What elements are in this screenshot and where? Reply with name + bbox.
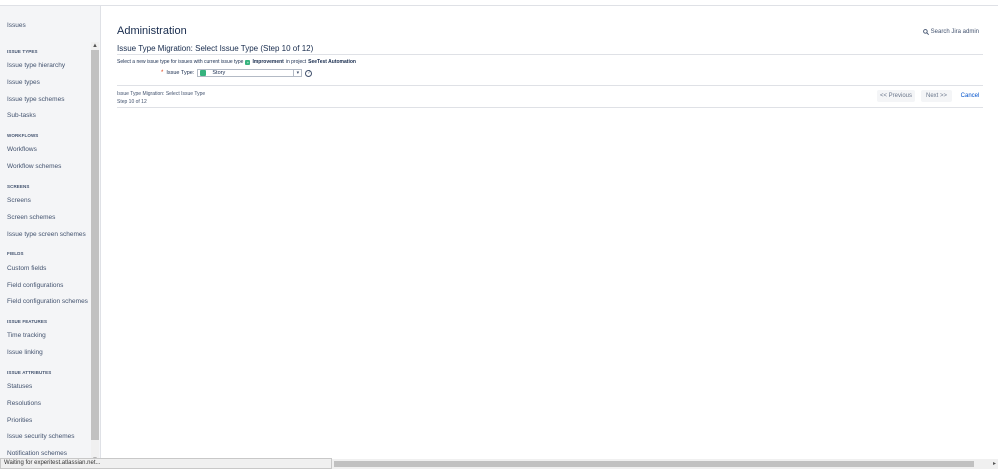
project-name: SeeTest Automation	[308, 59, 356, 65]
sidebar-item-field-configuration-schemes[interactable]: Field configuration schemes	[7, 298, 88, 305]
sidebar-item-field-configurations[interactable]: Field configurations	[7, 282, 63, 289]
scroll-right-icon[interactable]: ▸	[993, 461, 996, 467]
divider	[117, 85, 983, 86]
sidebar-item-issue-linking[interactable]: Issue linking	[7, 349, 43, 356]
search-jira-admin-link[interactable]: Search Jira admin	[922, 29, 979, 35]
main-content: Administration Search Jira admin Issue T…	[101, 6, 998, 458]
sidebar-item-priorities[interactable]: Priorities	[7, 417, 32, 424]
sidebar-item-issue-type-hierarchy[interactable]: Issue type hierarchy	[7, 62, 65, 69]
next-button[interactable]: Next >>	[921, 90, 952, 102]
required-marker: *	[161, 70, 164, 76]
sidebar-heading-workflows: WORKFLOWS	[7, 133, 39, 138]
search-icon	[922, 29, 929, 35]
sidebar-heading-screens: SCREENS	[7, 184, 30, 189]
sidebar-item-issue-types[interactable]: Issue types	[7, 79, 40, 86]
divider	[117, 54, 983, 55]
chevron-down-icon[interactable]: ▾	[293, 70, 301, 76]
sidebar-heading-issue-attributes: ISSUE ATTRIBUTES	[7, 370, 52, 375]
browser-status-bar: Waiting for experitest.atlassian.net...	[0, 458, 332, 469]
sidebar-item-screens[interactable]: Screens	[7, 197, 31, 204]
sidebar-heading-issue-features: ISSUE FEATURES	[7, 319, 48, 324]
description-prefix: Select a new issue type for issues with …	[117, 59, 244, 65]
sidebar-item-screen-schemes[interactable]: Screen schemes	[7, 214, 55, 221]
search-jira-admin-label: Search Jira admin	[930, 29, 979, 35]
sidebar-scroll-thumb[interactable]	[91, 50, 99, 440]
description-mid: in project	[285, 59, 307, 65]
admin-sidebar: Issues ISSUE TYPES Issue type hierarchy …	[0, 6, 101, 458]
cancel-button[interactable]: Cancel	[958, 90, 982, 102]
sidebar-item-workflows[interactable]: Workflows	[7, 146, 37, 153]
sidebar-item-workflow-schemes[interactable]: Workflow schemes	[7, 163, 61, 170]
sidebar-item-time-tracking[interactable]: Time tracking	[7, 332, 46, 339]
issue-type-select[interactable]: Story ▾	[197, 69, 303, 77]
issue-type-label: Issue Type:	[166, 70, 195, 76]
sidebar-item-issues[interactable]: Issues	[7, 22, 26, 29]
sidebar-item-resolutions[interactable]: Resolutions	[7, 400, 41, 407]
issue-type-form-row: * Issue Type: Story ▾ ?	[161, 69, 313, 77]
horizontal-scroll-thumb[interactable]	[334, 461, 974, 467]
step-counter: Step 10 of 12	[117, 99, 147, 105]
sidebar-item-notification-schemes[interactable]: Notification schemes	[7, 450, 67, 457]
step-info: Issue Type Migration: Select Issue Type …	[117, 90, 205, 106]
help-icon[interactable]: ?	[305, 69, 313, 77]
story-issue-type-icon	[200, 70, 207, 76]
sidebar-heading-issue-types: ISSUE TYPES	[7, 49, 38, 54]
sidebar-item-custom-fields[interactable]: Custom fields	[7, 265, 46, 272]
improvement-issue-type-icon: +	[245, 59, 251, 65]
previous-button[interactable]: << Previous	[877, 90, 915, 102]
current-issue-type: Improvement	[252, 59, 284, 65]
sidebar-heading-fields: FIELDS	[7, 251, 24, 256]
sidebar-scrollbar[interactable]: ▲ ▼	[91, 42, 99, 458]
horizontal-scrollbar[interactable]: ▸	[330, 459, 998, 469]
issue-type-selected-value: Story	[212, 70, 226, 76]
sidebar-item-issue-type-screen-schemes[interactable]: Issue type screen schemes	[7, 231, 86, 238]
sidebar-item-statuses[interactable]: Statuses	[7, 383, 32, 390]
scroll-up-icon[interactable]: ▲	[92, 43, 98, 49]
sidebar-item-issue-type-schemes[interactable]: Issue type schemes	[7, 96, 64, 103]
section-title: Issue Type Migration: Select Issue Type …	[117, 44, 314, 53]
migration-description: Select a new issue type for issues with …	[117, 59, 356, 65]
step-title: Issue Type Migration: Select Issue Type	[117, 91, 206, 97]
page-title: Administration	[117, 25, 187, 37]
divider	[117, 107, 983, 108]
sidebar-item-sub-tasks[interactable]: Sub-tasks	[7, 112, 36, 119]
sidebar-item-issue-security-schemes[interactable]: Issue security schemes	[7, 433, 75, 440]
